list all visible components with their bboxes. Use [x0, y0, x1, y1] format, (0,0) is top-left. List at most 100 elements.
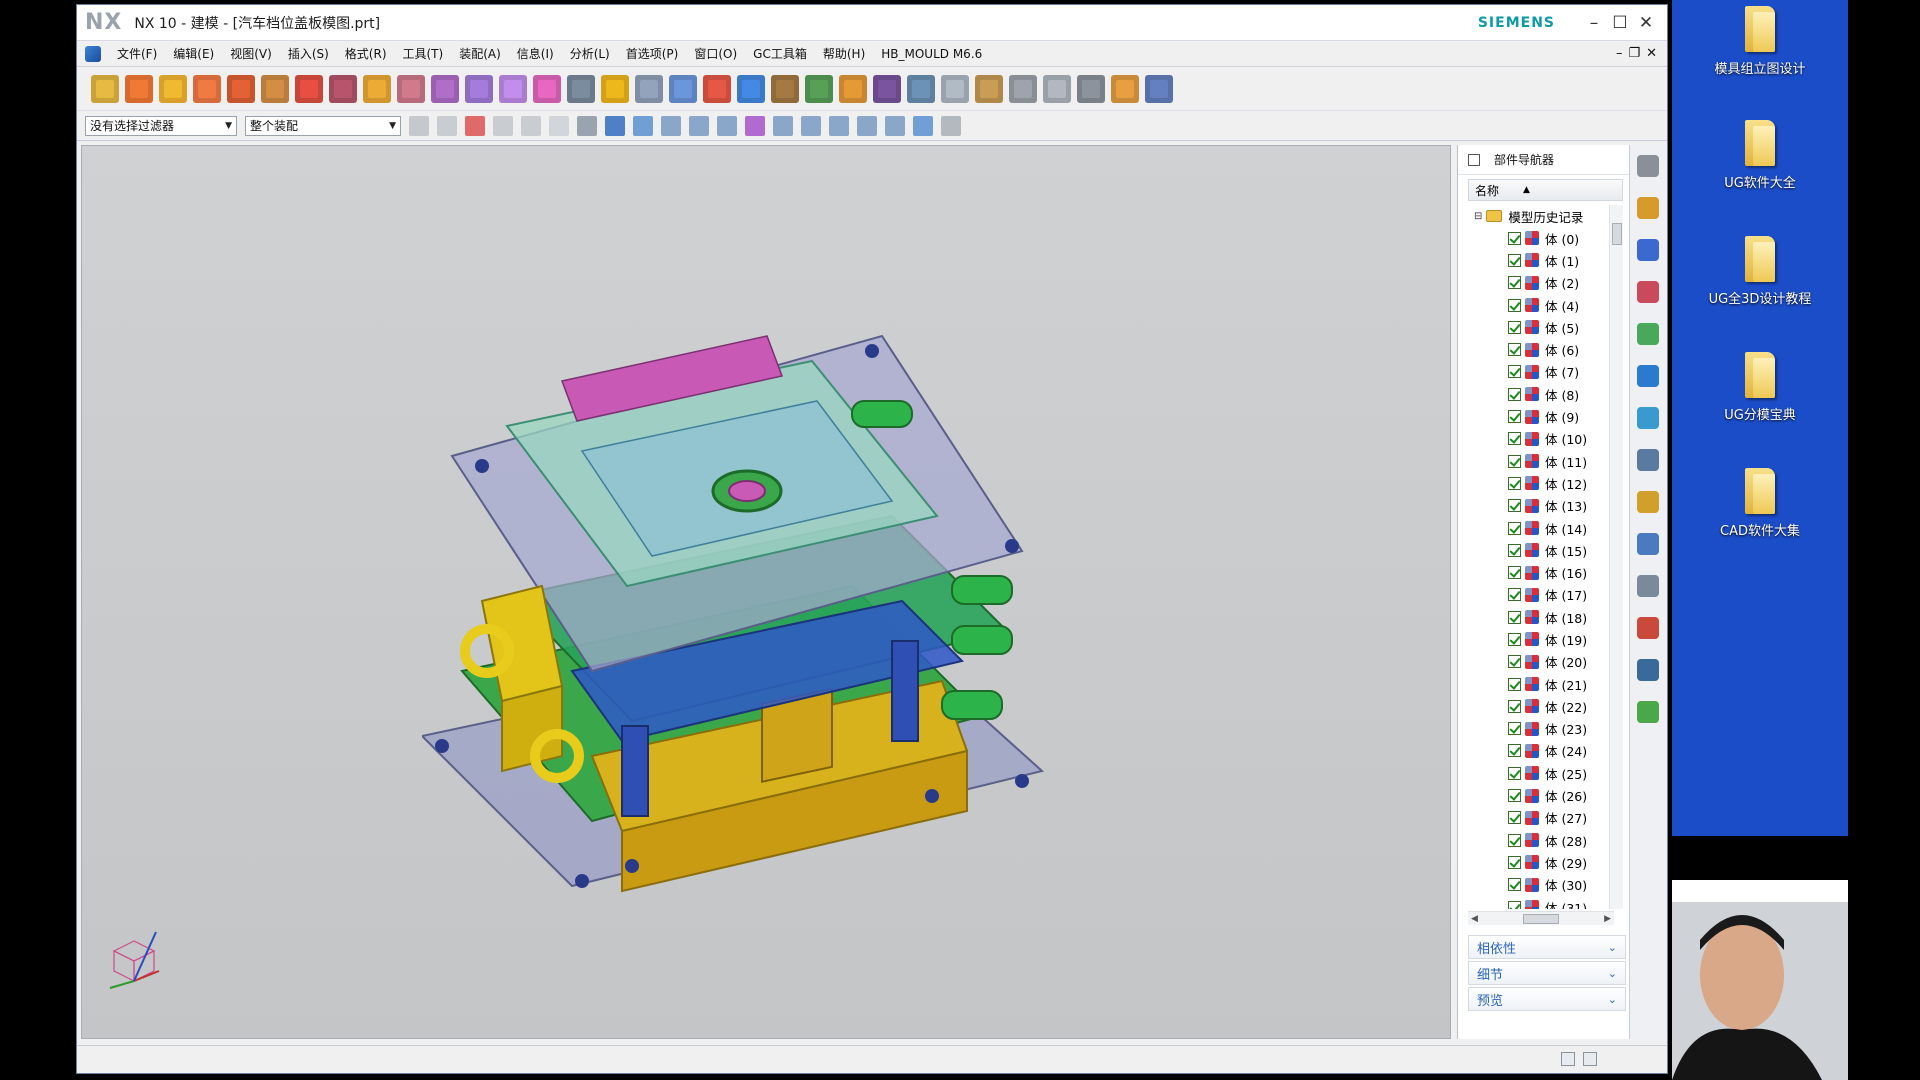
tree-item-body[interactable]: 体 (29): [1468, 851, 1614, 873]
snap-endpoint-icon[interactable]: [633, 115, 653, 136]
visibility-checkbox[interactable]: [1508, 722, 1521, 736]
select-lasso-icon[interactable]: [521, 115, 541, 136]
close-button[interactable]: ✕: [1633, 13, 1659, 33]
navigator-column-header[interactable]: 名称 ▲: [1468, 179, 1623, 201]
rectangle-select-icon[interactable]: [549, 115, 569, 136]
part-navigator-icon[interactable]: [1636, 281, 1659, 303]
visibility-checkbox[interactable]: [1508, 499, 1521, 513]
scroll-thumb[interactable]: [1612, 223, 1622, 245]
mold-assembly-model[interactable]: [422, 216, 1262, 976]
visibility-checkbox[interactable]: [1508, 588, 1521, 602]
tree-item-body[interactable]: 体 (21): [1468, 673, 1614, 695]
workpiece-icon[interactable]: [193, 74, 221, 103]
shrinkage-icon[interactable]: [159, 74, 187, 103]
menu-window[interactable]: 窗口(O): [686, 45, 745, 62]
visibility-checkbox[interactable]: [1508, 476, 1521, 490]
tree-item-body[interactable]: 体 (10): [1468, 428, 1614, 450]
tree-item-body[interactable]: 体 (17): [1468, 584, 1614, 606]
visibility-checkbox[interactable]: [1508, 789, 1521, 803]
details-panel[interactable]: 细节 ⌄: [1468, 961, 1626, 985]
tree-item-body[interactable]: 体 (23): [1468, 718, 1614, 740]
snap-tangent-icon[interactable]: [773, 115, 793, 136]
tree-item-body[interactable]: 体 (14): [1468, 517, 1614, 539]
visibility-checkbox[interactable]: [1508, 855, 1521, 869]
insert-pocket-icon[interactable]: [975, 74, 1003, 103]
visibility-checkbox[interactable]: [1508, 432, 1521, 446]
collapse-icon[interactable]: ⊟: [1474, 211, 1482, 222]
tree-item-body[interactable]: 体 (9): [1468, 405, 1614, 427]
navigator-pin-checkbox[interactable]: [1468, 153, 1480, 166]
more-tools-icon[interactable]: [1145, 74, 1173, 103]
tree-item-body[interactable]: 体 (11): [1468, 450, 1614, 472]
app-menu-icon[interactable]: [85, 45, 101, 62]
dependencies-panel[interactable]: 相依性 ⌄: [1468, 935, 1626, 959]
desktop-folder-mold-assembly[interactable]: 模具组立图设计: [1700, 6, 1820, 77]
runner-icon[interactable]: [465, 74, 493, 103]
gear-icon[interactable]: [1636, 155, 1659, 177]
visibility-checkbox[interactable]: [1508, 632, 1521, 646]
desktop-folder-ug-parting[interactable]: UG分模宝典: [1700, 352, 1820, 423]
system-scenes-icon[interactable]: [1636, 659, 1659, 681]
full-screen-icon[interactable]: [1561, 1052, 1575, 1066]
selection-scope-dropdown[interactable]: 整个装配 ▼: [245, 115, 401, 136]
drawing-icon[interactable]: [669, 74, 697, 103]
scroll-right-icon[interactable]: ▶: [1604, 914, 1611, 924]
visibility-checkbox[interactable]: [1508, 900, 1521, 909]
tree-root-model-history[interactable]: ⊟ 模型历史记录: [1468, 205, 1614, 227]
select-features-icon[interactable]: [465, 115, 485, 136]
visibility-checkbox[interactable]: [1508, 410, 1521, 424]
visibility-checkbox[interactable]: [1508, 543, 1521, 557]
visibility-checkbox[interactable]: [1508, 677, 1521, 691]
menu-edit[interactable]: 编辑(E): [165, 45, 222, 62]
tree-item-body[interactable]: 体 (12): [1468, 472, 1614, 494]
doc-restore-button[interactable]: ❐: [1628, 46, 1640, 61]
deselect-icon[interactable]: [437, 115, 457, 136]
menu-information[interactable]: 信息(I): [509, 45, 562, 62]
snap-curve-icon[interactable]: [717, 115, 737, 136]
selection-table-icon[interactable]: [941, 115, 961, 136]
menu-preferences[interactable]: 首选项(P): [618, 45, 687, 62]
graphics-viewport[interactable]: [81, 145, 1451, 1039]
cooling-icon[interactable]: [499, 74, 527, 103]
tree-item-body[interactable]: 体 (2): [1468, 272, 1614, 294]
check-region-icon[interactable]: [839, 74, 867, 103]
tree-item-body[interactable]: 体 (28): [1468, 829, 1614, 851]
casting-process-icon[interactable]: [771, 74, 799, 103]
menu-analysis[interactable]: 分析(L): [562, 45, 618, 62]
history-icon[interactable]: [1636, 449, 1659, 471]
unused-parts-icon[interactable]: [1111, 74, 1139, 103]
snap-center-icon[interactable]: [801, 115, 821, 136]
tree-item-body[interactable]: 体 (8): [1468, 383, 1614, 405]
reuse-library-icon[interactable]: [1636, 323, 1659, 345]
tree-item-body[interactable]: 体 (30): [1468, 874, 1614, 896]
mold-base-icon[interactable]: [261, 74, 289, 103]
view-manager-icon[interactable]: [737, 74, 765, 103]
tree-item-body[interactable]: 体 (15): [1468, 539, 1614, 561]
visibility-checkbox[interactable]: [1508, 744, 1521, 758]
preview-panel[interactable]: 预览 ⌄: [1468, 987, 1626, 1011]
menu-tools[interactable]: 工具(T): [395, 45, 452, 62]
gate-icon[interactable]: [431, 74, 459, 103]
system-materials-icon[interactable]: [1636, 491, 1659, 513]
component-filter-icon[interactable]: [605, 115, 625, 136]
mold-csys-icon[interactable]: [125, 74, 153, 103]
navigator-horizontal-scrollbar[interactable]: ◀ ▶: [1468, 911, 1614, 925]
body-filter-icon[interactable]: [577, 115, 597, 136]
assembly-navigator-icon[interactable]: [1636, 197, 1659, 219]
visibility-checkbox[interactable]: [1508, 521, 1521, 535]
menu-format[interactable]: 格式(R): [337, 45, 395, 62]
snap-on-curve-icon[interactable]: [885, 115, 905, 136]
scroll-left-icon[interactable]: ◀: [1471, 914, 1478, 924]
tree-item-body[interactable]: 体 (31): [1468, 896, 1614, 909]
mold-init-icon[interactable]: [91, 74, 119, 103]
visibility-checkbox[interactable]: [1508, 253, 1521, 267]
hole-table-icon[interactable]: [703, 74, 731, 103]
visibility-checkbox[interactable]: [1508, 454, 1521, 468]
bill-of-material-icon[interactable]: [1009, 74, 1037, 103]
menu-assembly[interactable]: 装配(A): [451, 45, 509, 62]
visibility-checkbox[interactable]: [1508, 298, 1521, 312]
visibility-checkbox[interactable]: [1508, 766, 1521, 780]
visibility-checkbox[interactable]: [1508, 833, 1521, 847]
snap-face-icon[interactable]: [913, 115, 933, 136]
family-mold-icon[interactable]: [941, 74, 969, 103]
